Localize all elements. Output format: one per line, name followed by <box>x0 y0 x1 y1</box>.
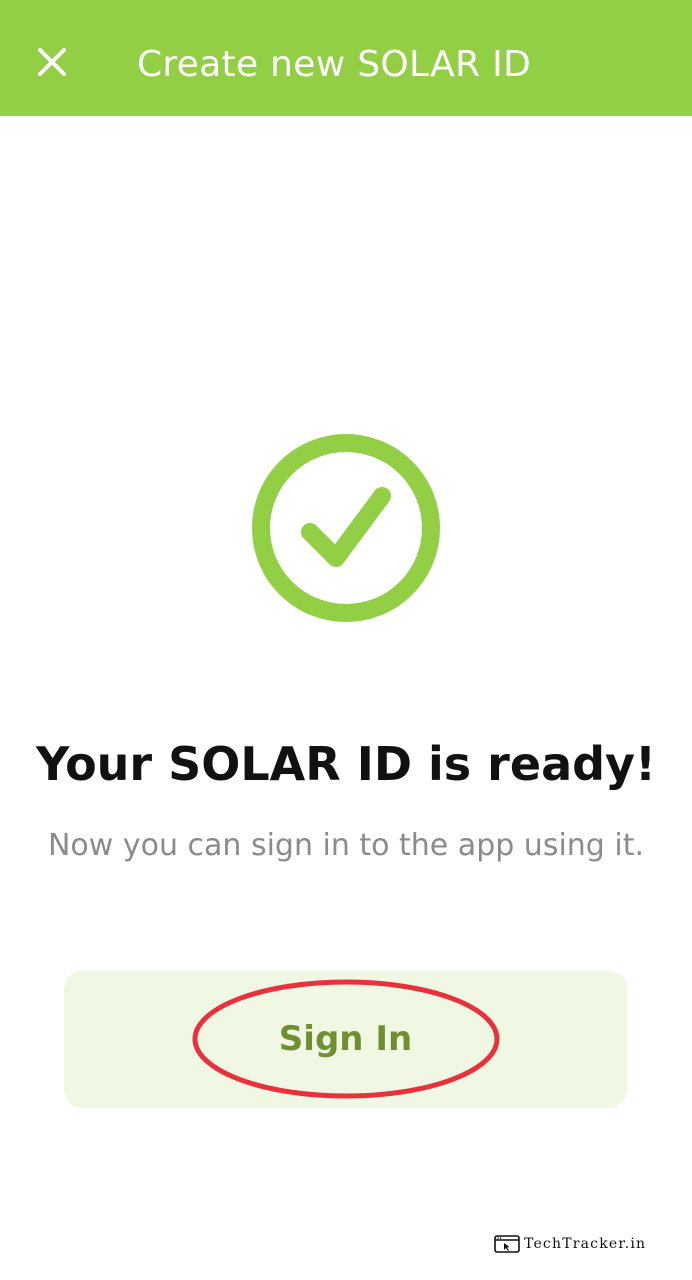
browser-cursor-icon <box>494 1235 520 1253</box>
close-icon <box>38 48 66 76</box>
check-circle-icon <box>248 430 444 626</box>
sign-in-label: Sign In <box>278 1019 413 1059</box>
success-heading: Your SOLAR ID is ready! <box>35 737 656 791</box>
watermark-text: TechTracker.in <box>524 1236 647 1252</box>
close-button[interactable] <box>28 38 76 86</box>
sign-in-button[interactable]: Sign In <box>64 971 627 1108</box>
success-message: Now you can sign in to the app using it. <box>47 828 645 863</box>
app-bar: Create new SOLAR ID <box>0 0 692 116</box>
page-title: Create new SOLAR ID <box>137 44 532 85</box>
watermark: TechTracker.in <box>494 1232 646 1256</box>
